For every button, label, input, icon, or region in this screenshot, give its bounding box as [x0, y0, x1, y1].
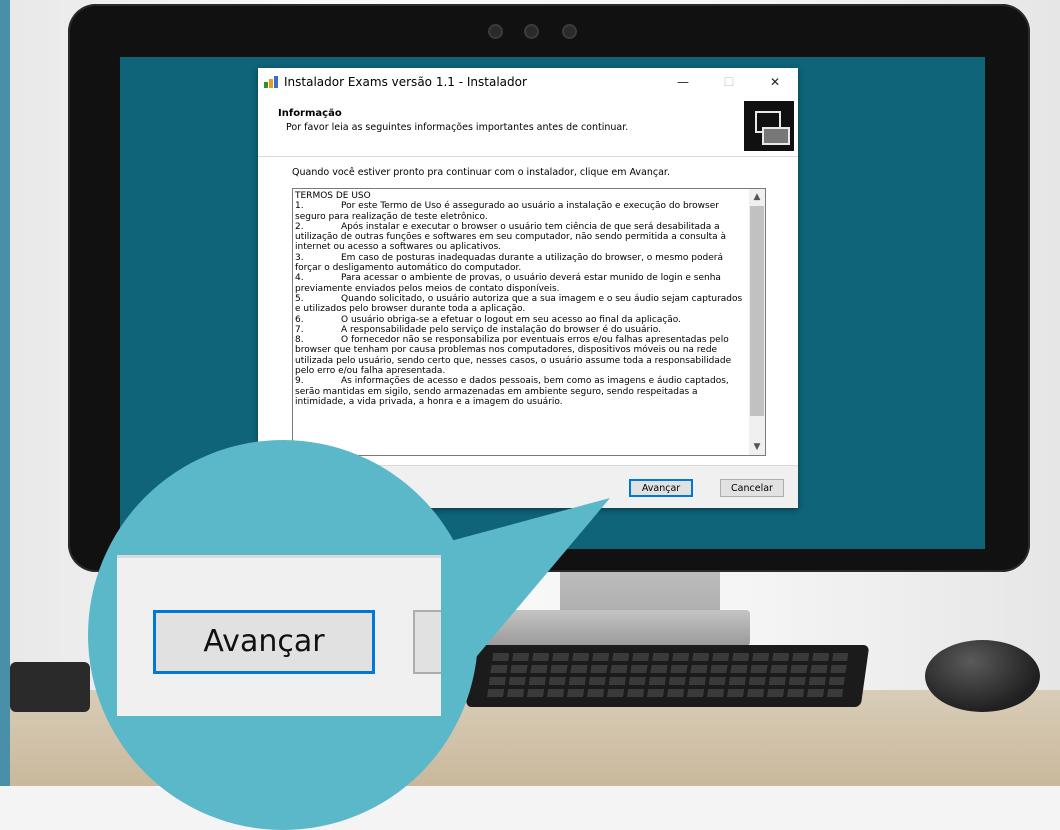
zoomed-cancel-button [413, 610, 441, 674]
zoomed-button-panel: Avançar [117, 555, 441, 716]
zoomed-next-button: Avançar [153, 610, 375, 674]
